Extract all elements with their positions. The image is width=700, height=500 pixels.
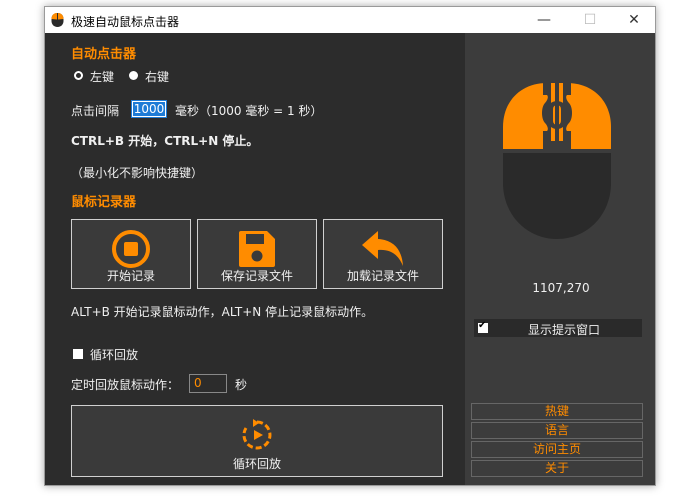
start-record-label: 开始记录	[106, 269, 155, 283]
mouse-icon	[51, 13, 64, 27]
language-link-button[interactable]: 语言	[471, 422, 643, 439]
interval-label: 点击间隔	[71, 104, 120, 118]
load-record-label: 加载记录文件	[346, 269, 419, 283]
replay-icon	[242, 419, 272, 450]
main-panel: 自动点击器 左键 右键 点击间隔 1000 毫秒（1000 毫秒 = 1 秒） …	[45, 33, 465, 485]
left-radio-label[interactable]: 左键	[90, 68, 114, 85]
record-icon	[112, 230, 150, 268]
interval-unit: 毫秒（1000 毫秒 = 1 秒）	[175, 104, 323, 118]
loop-checkbox-box[interactable]	[73, 349, 83, 359]
interval-value[interactable]: 1000	[132, 102, 166, 116]
right-radio-label[interactable]: 右键	[145, 68, 169, 85]
checkmark-icon: ✔	[478, 320, 487, 331]
clicker-section-title: 自动点击器	[71, 47, 137, 62]
floppy-disk-icon	[239, 231, 275, 267]
replay-button[interactable]: 循环回放	[71, 405, 443, 477]
undo-arrow-icon	[362, 231, 403, 266]
minimize-button[interactable]: —	[521, 7, 567, 33]
save-record-button[interactable]: 保存记录文件	[197, 219, 317, 289]
close-button[interactable]: ✕	[611, 7, 655, 33]
minimize-note: （最小化不影响快捷键）	[71, 166, 204, 180]
title-bar[interactable]: 极速自动鼠标点击器 — ☐ ✕	[45, 7, 655, 33]
clicker-hotkey-text: CTRL+B 开始，CTRL+N 停止。	[71, 134, 259, 148]
interval-input[interactable]: 1000	[131, 100, 167, 118]
app-window: 极速自动鼠标点击器 — ☐ ✕ 自动点击器 左键 右键 点击间隔 1000 毫秒…	[44, 6, 656, 486]
side-panel: 1107,270 ✔ 显示提示窗口 热键 语言 访问主页 关于	[465, 33, 655, 485]
homepage-link-button[interactable]: 访问主页	[471, 441, 643, 458]
show-tip-checkbox[interactable]: ✔ 显示提示窗口	[474, 319, 642, 337]
start-record-button[interactable]: 开始记录	[71, 219, 191, 289]
replay-label: 循环回放	[232, 457, 281, 471]
timer-label: 定时回放鼠标动作：	[71, 378, 180, 392]
timer-input[interactable]: 0	[189, 374, 227, 393]
save-record-label: 保存记录文件	[220, 269, 293, 283]
hotkey-link-button[interactable]: 热键	[471, 403, 643, 420]
left-radio-indicator[interactable]	[74, 71, 83, 80]
window-title: 极速自动鼠标点击器	[71, 15, 180, 29]
show-tip-label[interactable]: 显示提示窗口	[528, 321, 600, 338]
recorder-hotkey-text: ALT+B 开始记录鼠标动作，ALT+N 停止记录鼠标动作。	[71, 305, 374, 319]
timer-unit: 秒	[235, 378, 248, 392]
loop-checkbox-label[interactable]: 循环回放	[90, 346, 138, 363]
recorder-section-title: 鼠标记录器	[71, 195, 137, 210]
mouse-illustration	[503, 83, 611, 239]
load-record-button[interactable]: 加载记录文件	[323, 219, 443, 289]
maximize-button[interactable]: ☐	[567, 7, 613, 33]
about-link-button[interactable]: 关于	[471, 460, 643, 477]
cursor-coordinates: 1107,270	[532, 281, 590, 295]
right-radio-indicator[interactable]	[129, 71, 138, 80]
